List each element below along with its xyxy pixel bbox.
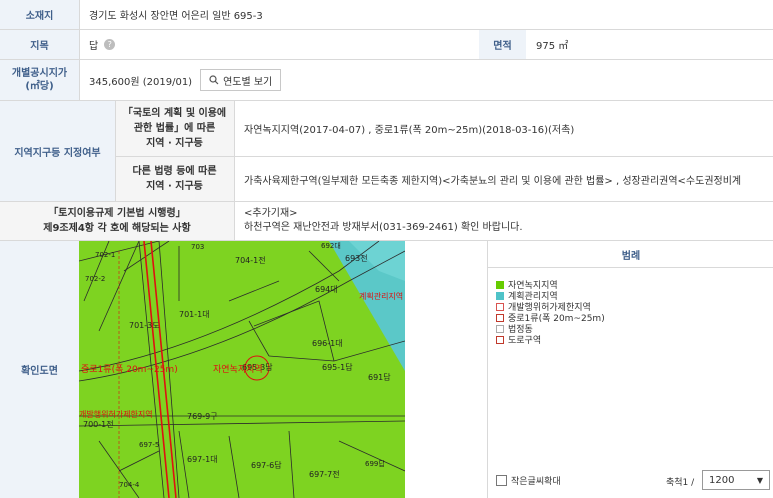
legend-panel: 범례 자연녹지지역 계획관리지역 개발행위허가제한지역 중로1류(폭 20m~2… — [487, 241, 773, 498]
zone-value1: 자연녹지지역(2017-04-07) , 중로1류(폭 20m~25m)(201… — [244, 125, 575, 136]
regulation-row: 「토지이용규제 기본법 시행령」 제9조제4항 각 호에 해당되는 사항 <추가… — [0, 202, 773, 241]
legend-swatch — [496, 335, 504, 344]
map-parcel-label: 704-4 — [119, 481, 140, 489]
land-type-text: 답 — [89, 41, 99, 52]
legend-label: 도로구역 — [508, 336, 542, 346]
map-parcel-label: 702-2 — [85, 275, 106, 283]
area-value: 975 ㎡ — [536, 41, 569, 52]
map-zone-label: 계획관리지역 — [359, 292, 404, 301]
map-parcel-label: 697-1대 — [187, 455, 218, 464]
legend-item: 도로구역 — [496, 334, 605, 346]
map-parcel-label: 769-9구 — [187, 412, 218, 421]
map-zone-label: 자연녹지지역 — [213, 365, 263, 375]
zone-sub2-line2: 지역 · 지구등 — [146, 181, 203, 192]
scale-label: 축척1 / — [666, 478, 695, 488]
price-label-line2: (㎡당) — [25, 81, 54, 92]
zone-sub2-label: 다른 법령 등에 따른 지역 · 지구등 — [115, 157, 234, 201]
map-parcel-label: 697-5 — [139, 441, 160, 449]
chevron-down-icon: ▼ — [756, 475, 763, 485]
map-parcel-label: 697-7전 — [309, 470, 340, 479]
map-parcel-label: 697-6답 — [251, 461, 282, 470]
map-parcel-label: 693전 — [345, 254, 368, 263]
zone-row: 지역지구등 지정여부 「국토의 계획 및 이용에 관한 법률」에 따른 지역 ·… — [0, 101, 773, 202]
map-label: 확인도면 — [0, 241, 79, 498]
divider — [79, 0, 80, 29]
price-value: 345,600원 (2019/01) 연도별 보기 — [79, 60, 769, 100]
map-parcel-label: 696-1대 — [312, 339, 343, 348]
area-label: 면적 — [479, 30, 526, 59]
zone-sub2-line1: 다른 법령 등에 따른 — [132, 166, 217, 177]
price-label: 개별공시지가 (㎡당) — [0, 60, 79, 100]
divider — [115, 101, 116, 201]
legend-swatch — [496, 324, 504, 333]
legend-swatch — [496, 313, 504, 322]
zone-label: 지역지구등 지정여부 — [0, 101, 115, 201]
regulation-value-line1: <추가기재> — [244, 208, 298, 219]
legend-swatch — [496, 280, 504, 289]
small-text-enlarge[interactable]: 작은글씨확대 — [496, 474, 561, 487]
map-row: 확인도면 704-1전 693전 694대 701-3도 701-1대 696-… — [0, 241, 773, 498]
scale-select[interactable]: 1200 ▼ — [702, 470, 770, 490]
zone-sub1-line1: 「국토의 계획 및 이용에 — [122, 108, 227, 119]
land-type-value: 답 ? — [79, 30, 479, 59]
land-type-label: 지목 — [0, 30, 79, 59]
map-parcel-label: 701-3도 — [129, 321, 160, 330]
legend-list: 자연녹지지역 계획관리지역 개발행위허가제한지역 중로1류(폭 20m~25m)… — [496, 279, 605, 346]
map-parcel-label: 701-1대 — [179, 310, 210, 319]
map-parcel-label: 691답 — [368, 373, 391, 382]
map-parcel-label: 702-1 — [95, 251, 116, 259]
map-parcel-label: 700-1전 — [83, 420, 114, 429]
regulation-value: <추가기재> 하천구역은 재난안전과 방재부서(031-369-2461) 확인… — [234, 202, 773, 240]
land-row: 지목 답 ? 면적 975 ㎡ — [0, 30, 773, 60]
checkbox-icon[interactable] — [496, 475, 507, 486]
search-icon — [209, 75, 219, 85]
yearly-price-button[interactable]: 연도별 보기 — [200, 69, 282, 91]
scale-value: 1200 — [709, 474, 735, 486]
map-road-label: 중로1류(폭 20m~25m) — [81, 365, 178, 375]
zone-sub1-line2: 관한 법률」에 따른 — [133, 123, 216, 134]
legend-swatch — [496, 302, 504, 311]
yearly-price-label: 연도별 보기 — [223, 76, 273, 88]
regulation-value-line2: 하천구역은 재난안전과 방재부서(031-369-2461) 확인 바랍니다. — [244, 222, 523, 233]
divider — [234, 202, 235, 240]
location-value: 경기도 화성시 장안면 어은리 일반 695-3 — [89, 11, 263, 22]
map-parcel-label: 694대 — [315, 285, 338, 294]
map-parcel-label: 699답 — [365, 460, 385, 468]
regulation-label-line1: 「토지이용규제 기본법 시행령」 — [48, 208, 186, 219]
price-text: 345,600원 (2019/01) — [89, 76, 193, 88]
legend-swatch — [496, 291, 504, 300]
location-label: 소재지 — [0, 0, 79, 29]
regulation-label: 「토지이용규제 기본법 시행령」 제9조제4항 각 호에 해당되는 사항 — [0, 202, 234, 240]
zone-sub1-line3: 지역 · 지구등 — [146, 138, 203, 149]
divider — [234, 101, 235, 201]
zoning-map[interactable]: 704-1전 693전 694대 701-3도 701-1대 696-1대 69… — [79, 241, 405, 498]
divider — [79, 30, 80, 59]
price-label-line1: 개별공시지가 — [11, 68, 68, 79]
legend-title: 범례 — [488, 241, 773, 268]
map-zone-label: 개발행위허가제한지역 — [79, 410, 153, 419]
regulation-label-line2: 제9조제4항 각 호에 해당되는 사항 — [43, 223, 191, 234]
location-row: 소재지 경기도 화성시 장안면 어은리 일반 695-3 — [0, 0, 773, 30]
zone-value2: 가축사육제한구역(일부제한 모든축종 제한지역)<가축분뇨의 관리 및 이용에 … — [244, 175, 742, 187]
map-parcel-label: 692대 — [321, 242, 341, 250]
map-parcel-label: 695-1답 — [322, 363, 353, 372]
help-icon[interactable]: ? — [104, 39, 116, 50]
map-parcel-label: 704-1전 — [235, 256, 266, 265]
map-parcel-label: 703 — [191, 243, 205, 251]
price-row: 개별공시지가 (㎡당) 345,600원 (2019/01) 연도별 보기 — [0, 60, 773, 101]
zone-sub1-label: 「국토의 계획 및 이용에 관한 법률」에 따른 지역 · 지구등 — [115, 101, 234, 156]
divider — [79, 60, 80, 100]
checkbox-label: 작은글씨확대 — [511, 477, 561, 487]
